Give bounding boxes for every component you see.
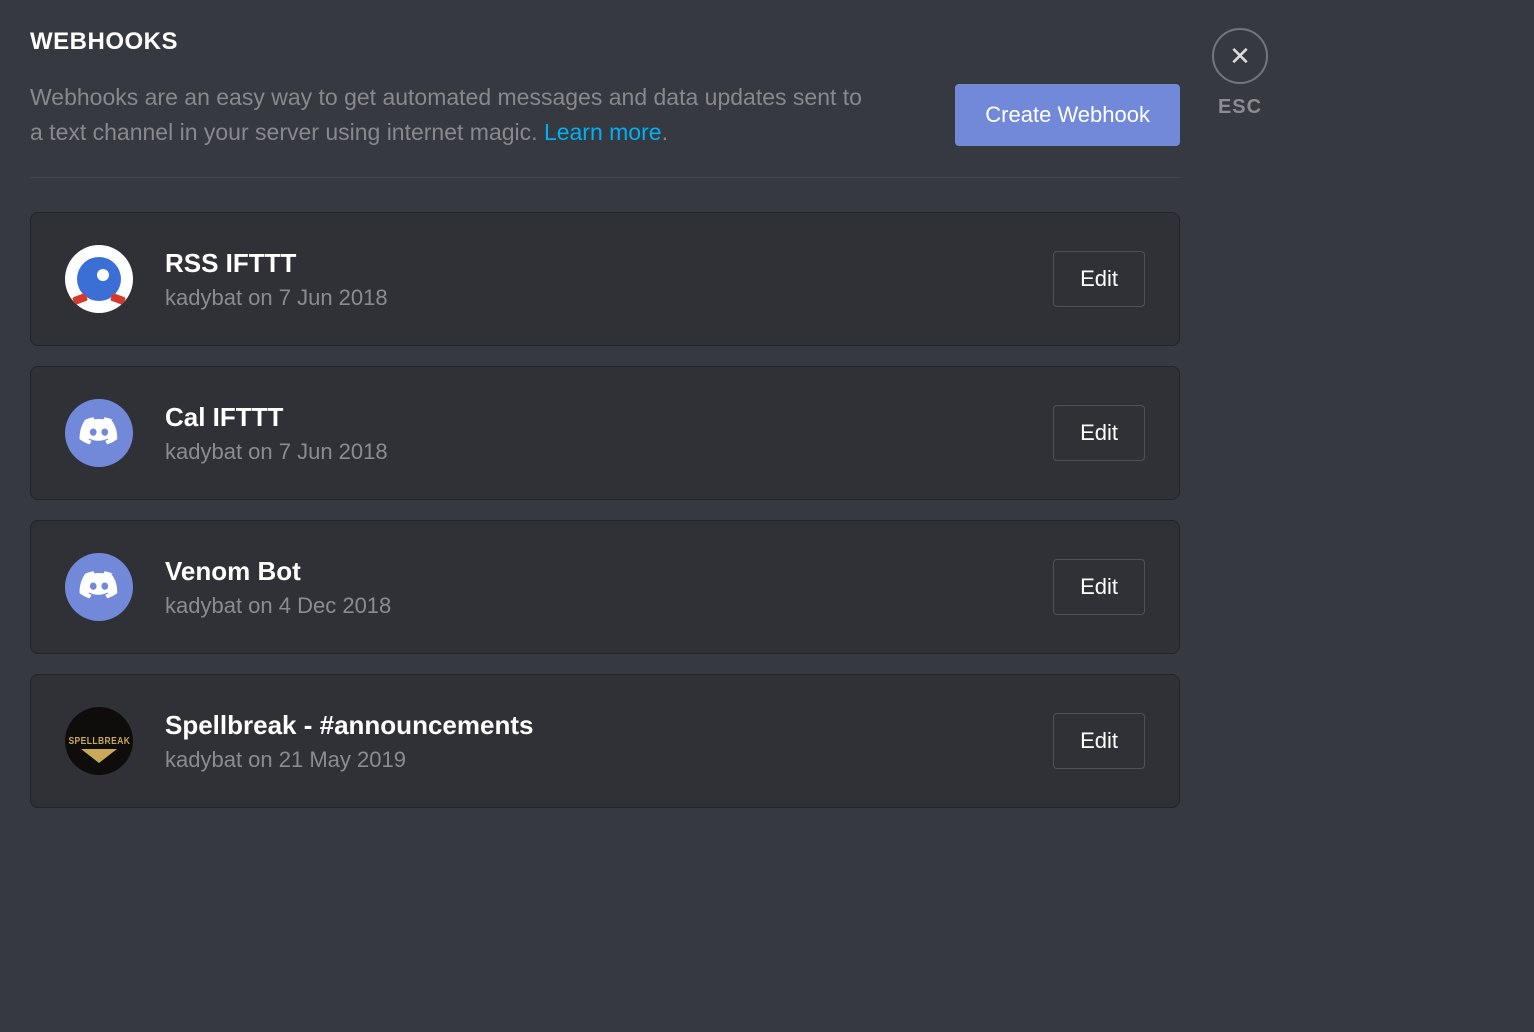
close-button[interactable]: ✕ (1212, 28, 1268, 84)
webhook-avatar (65, 245, 133, 313)
webhook-name: Venom Bot (165, 556, 1053, 587)
webhook-name: Spellbreak - #announcements (165, 710, 1053, 741)
learn-more-link[interactable]: Learn more (544, 119, 662, 145)
sonic-icon (77, 257, 121, 301)
webhook-info: Cal IFTTT kadybat on 7 Jun 2018 (165, 402, 1053, 465)
description-text: Webhooks are an easy way to get automate… (30, 84, 862, 145)
edit-webhook-button[interactable]: Edit (1053, 251, 1145, 307)
webhooks-description: Webhooks are an easy way to get automate… (30, 80, 870, 149)
edit-webhook-button[interactable]: Edit (1053, 559, 1145, 615)
webhook-card: SPELLBREAK Spellbreak - #announcements k… (30, 674, 1180, 808)
discord-logo-icon (78, 566, 120, 608)
webhook-info: Spellbreak - #announcements kadybat on 2… (165, 710, 1053, 773)
edit-webhook-button[interactable]: Edit (1053, 713, 1145, 769)
create-webhook-button[interactable]: Create Webhook (955, 84, 1180, 146)
webhook-info: Venom Bot kadybat on 4 Dec 2018 (165, 556, 1053, 619)
webhook-card: Venom Bot kadybat on 4 Dec 2018 Edit (30, 520, 1180, 654)
edit-webhook-button[interactable]: Edit (1053, 405, 1145, 461)
webhook-card: RSS IFTTT kadybat on 7 Jun 2018 Edit (30, 212, 1180, 346)
close-icon: ✕ (1229, 43, 1251, 69)
webhook-card: Cal IFTTT kadybat on 7 Jun 2018 Edit (30, 366, 1180, 500)
webhook-avatar (65, 553, 133, 621)
page-title: WEBHOOKS (30, 28, 1180, 56)
webhook-list: RSS IFTTT kadybat on 7 Jun 2018 Edit Cal… (30, 212, 1180, 808)
webhook-name: RSS IFTTT (165, 248, 1053, 279)
webhook-meta: kadybat on 4 Dec 2018 (165, 593, 1053, 619)
webhook-avatar (65, 399, 133, 467)
webhook-avatar: SPELLBREAK (65, 707, 133, 775)
webhook-meta: kadybat on 21 May 2019 (165, 747, 1053, 773)
webhook-info: RSS IFTTT kadybat on 7 Jun 2018 (165, 248, 1053, 311)
esc-label: ESC (1218, 96, 1262, 119)
discord-logo-icon (78, 412, 120, 454)
description-suffix: . (662, 119, 668, 145)
webhook-name: Cal IFTTT (165, 402, 1053, 433)
spellbreak-icon: SPELLBREAK (68, 736, 130, 747)
webhook-meta: kadybat on 7 Jun 2018 (165, 285, 1053, 311)
divider (30, 177, 1180, 178)
webhook-meta: kadybat on 7 Jun 2018 (165, 439, 1053, 465)
